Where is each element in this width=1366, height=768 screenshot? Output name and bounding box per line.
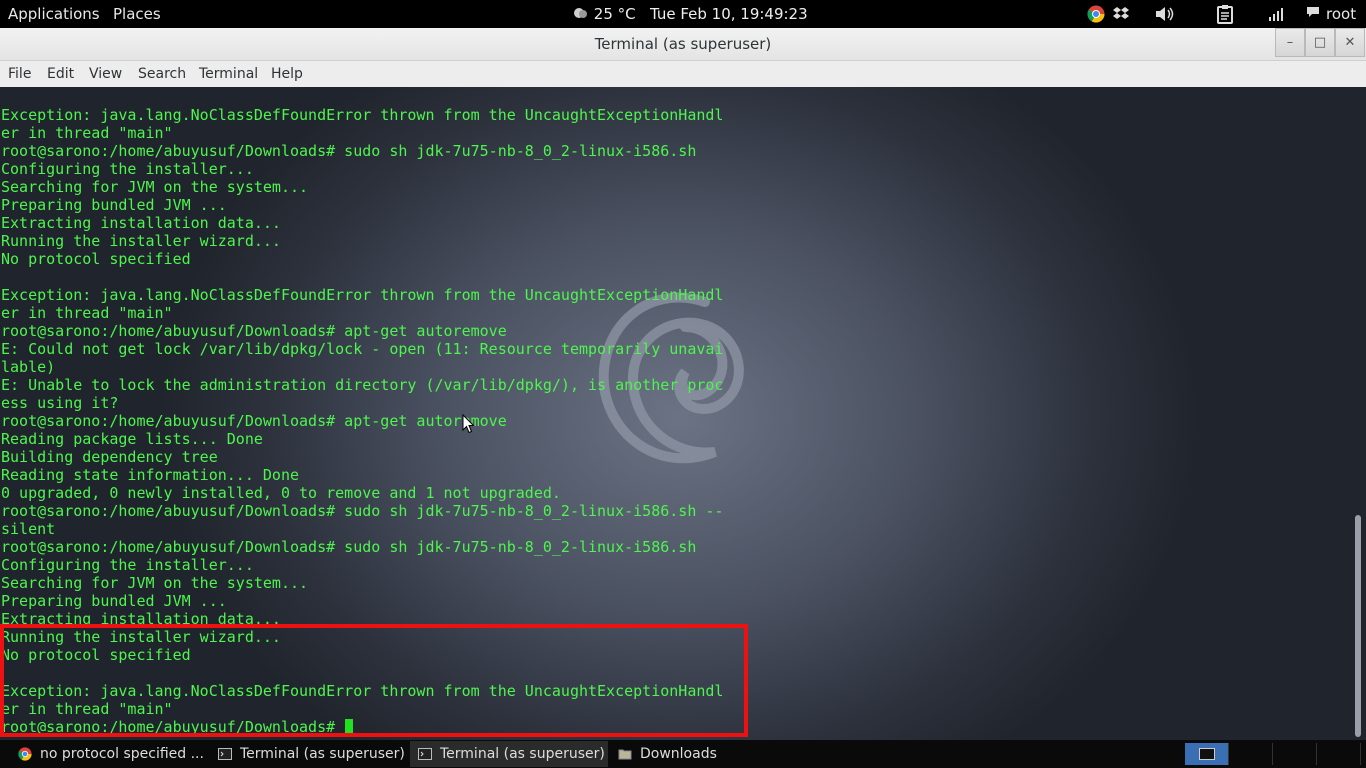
terminal-scrollbar[interactable]	[1352, 87, 1366, 740]
minimize-button[interactable]: –	[1275, 28, 1305, 57]
user-name: root	[1326, 5, 1357, 23]
terminal-line: E: Unable to lock the administration dir…	[1, 376, 724, 394]
window-titlebar[interactable]: Terminal (as superuser) – □ ✕	[0, 28, 1366, 61]
workspace-4[interactable]	[1317, 743, 1361, 765]
menu-help[interactable]: Help	[271, 66, 303, 82]
weather-temperature: 25 °C	[593, 5, 636, 23]
terminal-line: Preparing bundled JVM ...	[1, 592, 227, 610]
maximize-button[interactable]: □	[1305, 28, 1335, 57]
terminal-line: Running the installer wizard...	[1, 232, 281, 250]
terminal-line: Reading state information... Done	[1, 466, 300, 484]
task-chrome[interactable]: no protocol specified ...	[10, 741, 206, 767]
terminal-line: root@sarono:/home/abuyusuf/Downloads# su…	[1, 538, 697, 556]
terminal-prompt-line: root@sarono:/home/abuyusuf/Downloads#	[1, 718, 723, 736]
terminal-line: Searching for JVM on the system...	[1, 178, 309, 196]
terminal-prompt: root@sarono:/home/abuyusuf/Downloads#	[1, 718, 345, 736]
terminal-line: root@sarono:/home/abuyusuf/Downloads# ap…	[1, 322, 507, 340]
terminal-icon	[418, 747, 432, 761]
task-label: Terminal (as superuser)	[240, 746, 405, 762]
window-title: Terminal (as superuser)	[594, 35, 772, 53]
minimize-icon: –	[1286, 35, 1294, 50]
terminal-line: root@sarono:/home/abuyusuf/Downloads# su…	[1, 502, 724, 520]
terminal-line: Reading package lists... Done	[1, 430, 263, 448]
top-panel: Applications Places 25 °C Tue Feb 10, 19…	[0, 0, 1366, 28]
terminal-line: Extracting installation data...	[1, 214, 281, 232]
terminal-line: Preparing bundled JVM ...	[1, 196, 227, 214]
terminal-line: No protocol specified	[1, 646, 191, 664]
scrollbar-thumb[interactable]	[1355, 515, 1361, 737]
workspace-1[interactable]	[1185, 743, 1229, 765]
chrome-icon[interactable]	[1086, 4, 1106, 24]
terminal-line: Running the installer wizard...	[1, 628, 281, 646]
terminal-line: Exception: java.lang.NoClassDefFoundErro…	[1, 682, 724, 700]
terminal-line: Searching for JVM on the system...	[1, 574, 309, 592]
task-label: Terminal (as superuser)	[440, 746, 605, 762]
terminal-output: Exception: java.lang.NoClassDefFoundErro…	[1, 106, 723, 736]
menu-search[interactable]: Search	[138, 66, 186, 82]
workspace-2[interactable]	[1229, 743, 1273, 765]
terminal-line: er in thread "main"	[1, 304, 173, 322]
close-icon: ✕	[1344, 35, 1356, 50]
workspace-3[interactable]	[1273, 743, 1317, 765]
workspace-switcher[interactable]	[1185, 743, 1361, 765]
close-button[interactable]: ✕	[1335, 28, 1365, 57]
terminal-line: Configuring the installer...	[1, 556, 254, 574]
terminal-line: 0 upgraded, 0 newly installed, 0 to remo…	[1, 484, 561, 502]
weather-icon	[571, 5, 594, 23]
terminal-area[interactable]: Exception: java.lang.NoClassDefFoundErro…	[0, 87, 1366, 740]
terminal-line: No protocol specified	[1, 250, 191, 268]
terminal-line: Exception: java.lang.NoClassDefFoundErro…	[1, 286, 724, 304]
user-menu[interactable]: root	[1306, 4, 1360, 24]
terminal-line: Extracting installation data...	[1, 610, 281, 628]
menu-file[interactable]: File	[8, 66, 31, 82]
terminal-cursor	[345, 719, 354, 734]
terminal-line: root@sarono:/home/abuyusuf/Downloads# su…	[1, 142, 697, 160]
volume-icon[interactable]	[1154, 4, 1176, 24]
bottom-taskbar: no protocol specified ... Terminal (as s…	[0, 740, 1366, 768]
task-terminal-2[interactable]: Terminal (as superuser)	[410, 741, 608, 767]
dropbox-icon[interactable]	[1111, 4, 1131, 24]
menu-view[interactable]: View	[89, 66, 122, 82]
terminal-line: lable)	[1, 358, 56, 376]
terminal-line: Building dependency tree	[1, 448, 218, 466]
clock-text: Tue Feb 10, 19:49:23	[649, 5, 808, 23]
signal-icon[interactable]	[1266, 4, 1286, 24]
terminal-line: root@sarono:/home/abuyusuf/Downloads# ap…	[1, 412, 507, 430]
menubar: File Edit View Search Terminal Help	[0, 61, 1366, 87]
chat-bubble-icon	[1306, 5, 1320, 23]
terminal-line: silent	[1, 520, 56, 538]
applications-menu[interactable]: Applications	[8, 5, 100, 23]
clock-area[interactable]: 25 °C Tue Feb 10, 19:49:23	[571, 5, 808, 23]
task-label: no protocol specified ...	[40, 746, 204, 762]
places-menu[interactable]: Places	[113, 5, 161, 23]
folder-icon	[618, 747, 632, 761]
terminal-line: Configuring the installer...	[1, 160, 254, 178]
menu-edit[interactable]: Edit	[47, 66, 74, 82]
terminal-icon	[218, 747, 232, 761]
task-terminal-1[interactable]: Terminal (as superuser)	[210, 741, 408, 767]
terminal-line: er in thread "main"	[1, 700, 173, 718]
terminal-line: er in thread "main"	[1, 124, 173, 142]
terminal-line: Exception: java.lang.NoClassDefFoundErro…	[1, 106, 724, 124]
terminal-line: ess using it?	[1, 394, 119, 412]
task-label: Downloads	[640, 746, 717, 762]
menu-terminal[interactable]: Terminal	[199, 66, 258, 82]
terminal-line: E: Could not get lock /var/lib/dpkg/lock…	[1, 340, 724, 358]
chrome-icon	[18, 747, 32, 761]
clipboard-icon[interactable]	[1214, 4, 1236, 24]
terminal-icon	[1198, 748, 1215, 760]
mouse-pointer-icon	[462, 414, 474, 434]
task-downloads[interactable]: Downloads	[610, 741, 740, 767]
maximize-icon: □	[1313, 35, 1327, 50]
